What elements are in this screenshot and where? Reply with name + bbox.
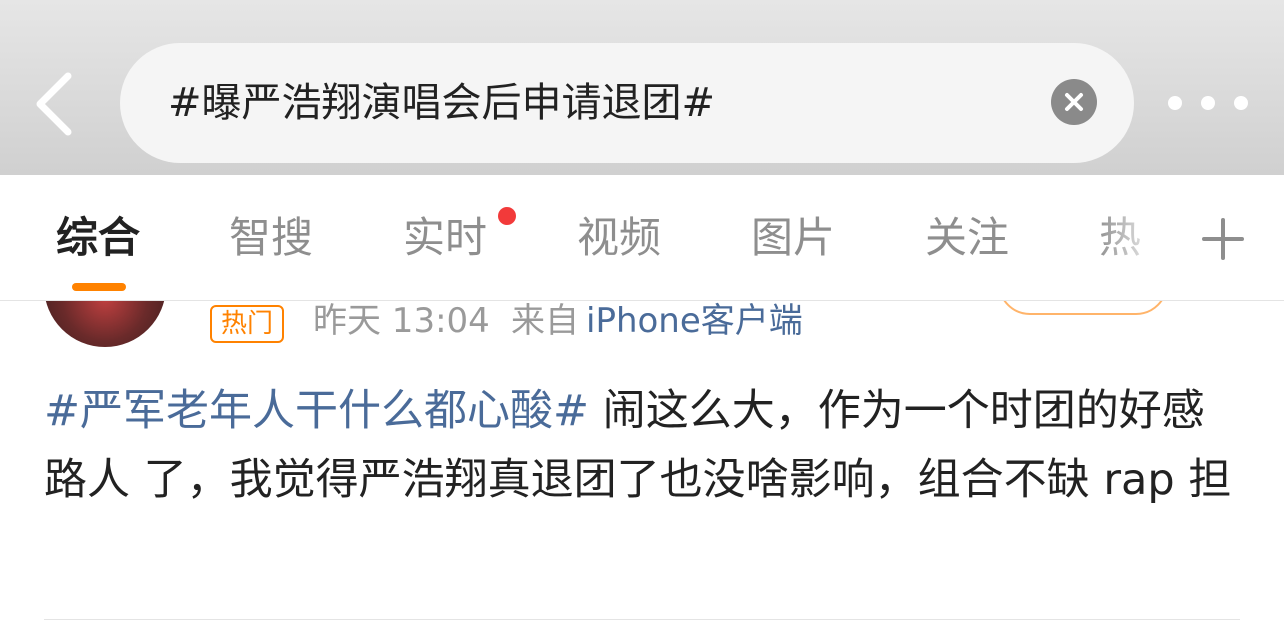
notification-dot	[498, 207, 516, 225]
clear-search-button[interactable]	[1051, 79, 1097, 125]
weibo-search-screen: #曝严浩翔演唱会后申请退团# 综合 智搜 实时 视频 图片 关注 热门 昨天 1…	[0, 0, 1284, 629]
more-dots-icon	[1234, 96, 1248, 110]
tab-smart-search[interactable]: 智搜	[229, 213, 313, 263]
tab-realtime[interactable]: 实时	[403, 213, 487, 263]
search-query-text: #曝严浩翔演唱会后申请退团#	[168, 80, 716, 126]
chevron-left-icon	[36, 72, 72, 136]
tab-images[interactable]: 图片	[751, 213, 835, 263]
tabs-fade-overlay	[1096, 195, 1176, 285]
post-text: #严军老年人干什么都心酸# 闹这么大，作为一个时团的好感路人 了，我觉得严浩翔真…	[44, 377, 1240, 515]
tab-following[interactable]: 关注	[925, 213, 1009, 263]
follow-button[interactable]	[998, 301, 1168, 315]
search-input[interactable]: #曝严浩翔演唱会后申请退团#	[120, 43, 1134, 163]
post-time: 昨天 13:04	[313, 301, 490, 341]
more-dots-icon	[1168, 96, 1182, 110]
divider	[44, 619, 1240, 620]
post-card[interactable]: 热门 昨天 13:04 来自 iPhone客户端 #严军老年人干什么都心酸# 闹…	[0, 301, 1284, 629]
search-header: #曝严浩翔演唱会后申请退团#	[0, 0, 1284, 175]
search-tabs: 综合 智搜 实时 视频 图片 关注 热	[0, 175, 1284, 301]
back-button[interactable]	[22, 62, 86, 146]
avatar[interactable]	[44, 301, 166, 347]
more-dots-icon	[1201, 96, 1215, 110]
tab-comprehensive[interactable]: 综合	[56, 213, 140, 263]
plus-icon[interactable]	[1198, 214, 1248, 264]
tab-video[interactable]: 视频	[577, 213, 661, 263]
hot-badge: 热门	[210, 305, 285, 343]
active-tab-indicator	[72, 283, 126, 291]
post-from-label: 来自	[511, 301, 579, 341]
close-icon	[1065, 93, 1083, 111]
more-button[interactable]	[1168, 88, 1248, 118]
post-source-link[interactable]: iPhone客户端	[586, 301, 803, 341]
topic-link[interactable]: #严军老年人干什么都心酸#	[44, 386, 589, 436]
